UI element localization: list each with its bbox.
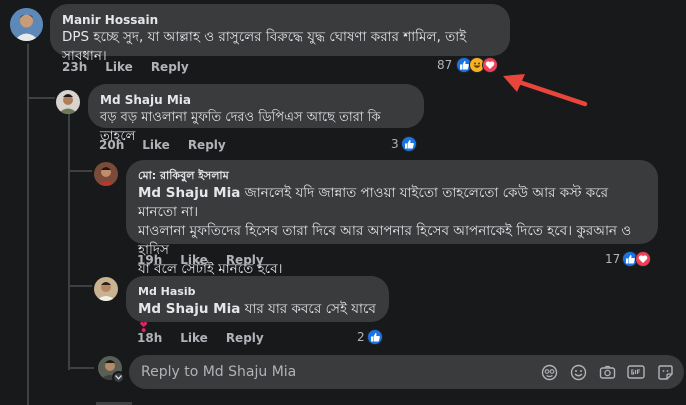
comment-author[interactable]: Md Hasib (138, 284, 377, 300)
like-button[interactable]: Like (105, 60, 133, 74)
reaction-count: 17 (605, 252, 621, 266)
avatar[interactable] (10, 8, 43, 41)
like-reaction-icon (400, 136, 417, 152)
reaction-summary[interactable]: 3 (391, 136, 417, 152)
like-button[interactable]: Like (180, 331, 208, 345)
comment-time[interactable]: 20h (99, 138, 124, 152)
reaction-count: 3 (391, 137, 399, 151)
camera-icon[interactable] (598, 363, 616, 381)
like-button[interactable]: Like (142, 138, 170, 152)
avatar[interactable] (94, 162, 118, 186)
reaction-summary[interactable]: 87 (437, 57, 499, 73)
comment-actions: 20h Like Reply (99, 138, 226, 152)
reply-button[interactable]: Reply (226, 253, 264, 267)
reply-button[interactable]: Reply (188, 138, 226, 152)
comment-author[interactable]: Md Shaju Mia (100, 92, 412, 108)
avatar-image (10, 8, 43, 41)
like-reaction-icon (366, 329, 383, 345)
comment-bubble: Md Hasib Md Shaju Mia যার যার কবরে সেই য… (126, 276, 389, 336)
reaction-summary[interactable]: 17 (605, 251, 652, 267)
reply-button[interactable]: Reply (151, 60, 189, 74)
comment-time[interactable]: 18h (137, 331, 162, 345)
comment-bubble: মো: রাকিবুল ইসলাম Md Shaju Mia জানলেই যদ… (126, 160, 658, 277)
avatar-image (56, 90, 80, 114)
avatar-sticker-icon[interactable] (540, 363, 558, 381)
reply-input[interactable]: Reply to Md Shaju Mia (129, 355, 684, 389)
avatar[interactable] (94, 277, 118, 301)
comment-text: Md Shaju Mia জানলেই যদি জান্নাত পাওয়া য… (138, 184, 646, 222)
reaction-summary[interactable]: 2 (357, 329, 383, 345)
comment-actions: 19h Like Reply (137, 253, 264, 267)
mention-link[interactable]: Md Shaju Mia (138, 301, 240, 317)
chevron-down-icon[interactable] (112, 371, 125, 384)
avatar-image (94, 162, 118, 186)
reaction-count: 2 (357, 330, 365, 344)
love-reaction-icon (635, 251, 652, 267)
thread-branch (68, 367, 94, 369)
reply-placeholder: Reply to Md Shaju Mia (141, 364, 297, 380)
reply-toolbar (540, 363, 674, 381)
comment-time[interactable]: 19h (137, 253, 162, 267)
thread-line-nested (68, 112, 70, 370)
comment-bubble: Manir Hossain DPS হচ্ছে সুদ, যা আল্লাহ ও… (50, 4, 510, 64)
avatar[interactable] (56, 90, 80, 114)
sticker-icon[interactable] (656, 363, 674, 381)
comment-author[interactable]: Manir Hossain (62, 12, 498, 28)
comment-author[interactable]: মো: রাকিবুল ইসলাম (138, 168, 646, 184)
comment-bubble: Md Shaju Mia বড় বড় মাওলানা মুফতি দেরও … (88, 84, 424, 144)
comment-text-line: যার যার কবরে সেই যাবে (240, 301, 376, 317)
mention-link[interactable]: Md Shaju Mia (138, 185, 240, 201)
thread-branch (68, 170, 92, 172)
thread-branch (27, 97, 55, 99)
emoji-icon[interactable] (569, 363, 587, 381)
annotation-arrow-icon (503, 74, 588, 107)
avatar-image (94, 277, 118, 301)
comment-time[interactable]: 23h (62, 60, 87, 74)
comment-actions: 18h Like Reply (137, 331, 264, 345)
reaction-count: 87 (437, 58, 453, 72)
gif-icon[interactable] (627, 363, 645, 381)
reply-button[interactable]: Reply (226, 331, 264, 345)
like-button[interactable]: Like (180, 253, 208, 267)
comment-actions: 23h Like Reply (62, 60, 189, 74)
thread-branch (68, 285, 92, 287)
